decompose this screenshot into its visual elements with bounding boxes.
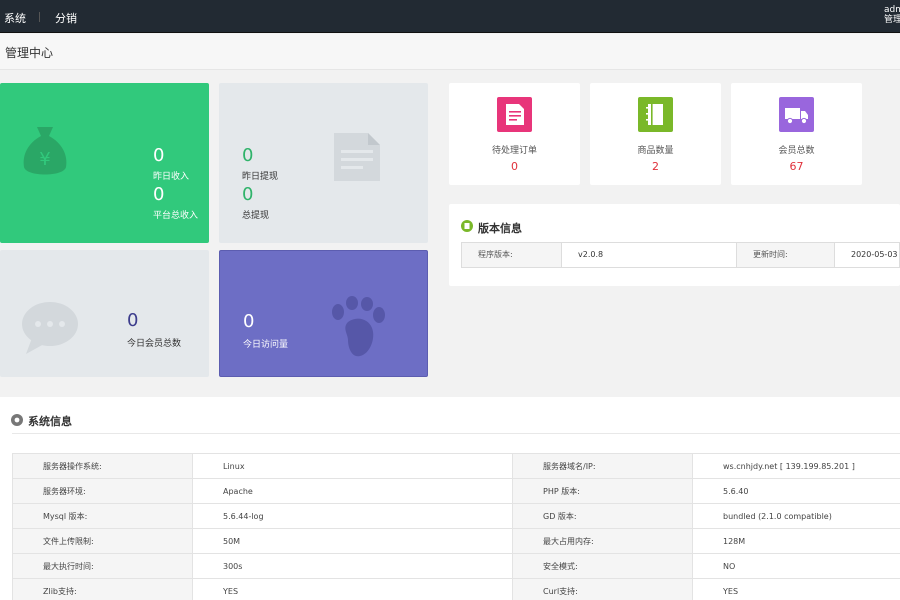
member-total-label: 会员总数 <box>778 146 815 156</box>
total-income-value: 0 <box>153 184 165 205</box>
members-card: 0 今日会员总数 <box>0 250 209 377</box>
yesterday-income-value: 0 <box>153 145 165 166</box>
nav-item-system[interactable]: 系统 <box>4 10 26 26</box>
nav-separator <box>39 12 40 22</box>
yesterday-withdraw-value: 0 <box>242 145 254 166</box>
member-total-value: 67 <box>789 160 804 173</box>
pending-orders-box[interactable]: 待处理订单 0 <box>449 83 580 185</box>
info-label-cell: 安全模式: <box>512 553 693 579</box>
info-value-cell: YES <box>192 578 513 600</box>
program-version-value: v2.0.8 <box>562 243 737 267</box>
today-members-label: 今日会员总数 <box>127 339 182 349</box>
income-card: ¥ 0 昨日收入 0 平台总收入 <box>0 83 209 243</box>
info-label-cell: GD 版本: <box>512 503 693 529</box>
product-count-value: 2 <box>652 160 659 173</box>
info-value-cell: Linux <box>192 453 513 479</box>
visits-card: 0 今日访问量 <box>219 250 428 377</box>
info-value-cell: 5.6.44-log <box>192 503 513 529</box>
info-label-cell: 服务器环境: <box>12 478 193 504</box>
page-header: 管理中心 <box>0 34 900 70</box>
product-count-label: 商品数量 <box>637 146 674 156</box>
product-count-box[interactable]: 商品数量 2 <box>590 83 721 185</box>
info-value-cell: Apache <box>192 478 513 504</box>
system-info-panel: 系统信息 服务器操作系统: Linux 服务器域名/IP: ws.cnhjdy.net… <box>0 397 900 600</box>
version-table: 程序版本: v2.0.8 更新时间: 2020-05-03 <box>461 242 900 268</box>
info-label-cell: Zlib支持: <box>12 578 193 600</box>
total-withdraw-label: 总提现 <box>242 211 270 221</box>
table-row: 服务器环境: Apache PHP 版本: 5.6.40 <box>12 478 900 504</box>
order-document-icon <box>497 97 532 132</box>
today-members-value: 0 <box>127 310 139 331</box>
info-value-cell: YES <box>692 578 900 600</box>
section-divider <box>12 433 900 434</box>
update-time-label: 更新时间: <box>737 243 835 267</box>
truck-icon <box>779 97 814 132</box>
info-label-cell: Curl支持: <box>512 578 693 600</box>
withdraw-card: 0 昨日提现 0 总提现 <box>219 83 428 243</box>
update-time-value: 2020-05-03 <box>851 250 898 259</box>
table-row: Zlib支持: YES Curl支持: YES <box>12 578 900 600</box>
system-info-table: 服务器操作系统: Linux 服务器域名/IP: ws.cnhjdy.net [ 13… <box>12 453 900 600</box>
table-row: 文件上传限制: 50M 最大占用内存: 128M <box>12 528 900 554</box>
info-value-cell: ws.cnhjdy.net [ 139.199.85.201 ] <box>692 453 900 479</box>
table-row: 最大执行时间: 300s 安全模式: NO <box>12 553 900 579</box>
program-version-label: 程序版本: <box>462 243 562 267</box>
system-info-title: 系统信息 <box>28 415 72 428</box>
money-bag-icon: ¥ <box>23 127 67 175</box>
total-withdraw-value: 0 <box>242 184 254 205</box>
member-total-box[interactable]: 会员总数 67 <box>731 83 862 185</box>
today-visits-label: 今日访问量 <box>243 340 289 350</box>
total-income-label: 平台总收入 <box>153 211 199 221</box>
user-menu[interactable]: admin 管理员 <box>884 5 900 25</box>
info-label-cell: 服务器操作系统: <box>12 453 193 479</box>
page-title: 管理中心 <box>5 46 54 60</box>
yesterday-withdraw-label: 昨日提现 <box>242 172 279 182</box>
info-value-cell: bundled (2.1.0 compatible) <box>692 503 900 529</box>
pending-orders-value: 0 <box>511 160 518 173</box>
table-row: Mysql 版本: 5.6.44-log GD 版本: bundled (2.1.0 … <box>12 503 900 529</box>
pending-orders-label: 待处理订单 <box>491 146 537 156</box>
svg-text:¥: ¥ <box>39 149 50 170</box>
info-value-cell: 50M <box>192 528 513 554</box>
info-value-cell: 5.6.40 <box>692 478 900 504</box>
top-navbar: 系统 分销 admin 管理员 <box>0 0 900 33</box>
chat-bubble-icon <box>22 302 78 354</box>
info-value-cell: 128M <box>692 528 900 554</box>
info-label-cell: 最大占用内存: <box>512 528 693 554</box>
notebook-icon <box>638 97 673 132</box>
user-name: admin <box>884 5 900 15</box>
version-panel-title: 版本信息 <box>478 222 522 235</box>
info-label-cell: Mysql 版本: <box>12 503 193 529</box>
yesterday-income-label: 昨日收入 <box>153 172 190 182</box>
today-visits-value: 0 <box>243 311 255 332</box>
version-panel: 版本信息 程序版本: v2.0.8 更新时间: 2020-05-03 <box>449 204 900 286</box>
info-value-cell: 300s <box>192 553 513 579</box>
info-label-cell: PHP 版本: <box>512 478 693 504</box>
gear-icon <box>11 414 23 426</box>
table-row: 服务器操作系统: Linux 服务器域名/IP: ws.cnhjdy.net [ 13… <box>12 453 900 479</box>
nav-item-distribution[interactable]: 分销 <box>55 10 77 26</box>
paw-print-icon <box>332 296 385 357</box>
user-role: 管理员 <box>884 15 900 25</box>
info-label-cell: 服务器域名/IP: <box>512 453 693 479</box>
info-label-cell: 最大执行时间: <box>12 553 193 579</box>
info-value-cell: NO <box>692 553 900 579</box>
info-label-cell: 文件上传限制: <box>12 528 193 554</box>
document-icon <box>334 133 380 181</box>
version-info-icon <box>461 220 473 232</box>
